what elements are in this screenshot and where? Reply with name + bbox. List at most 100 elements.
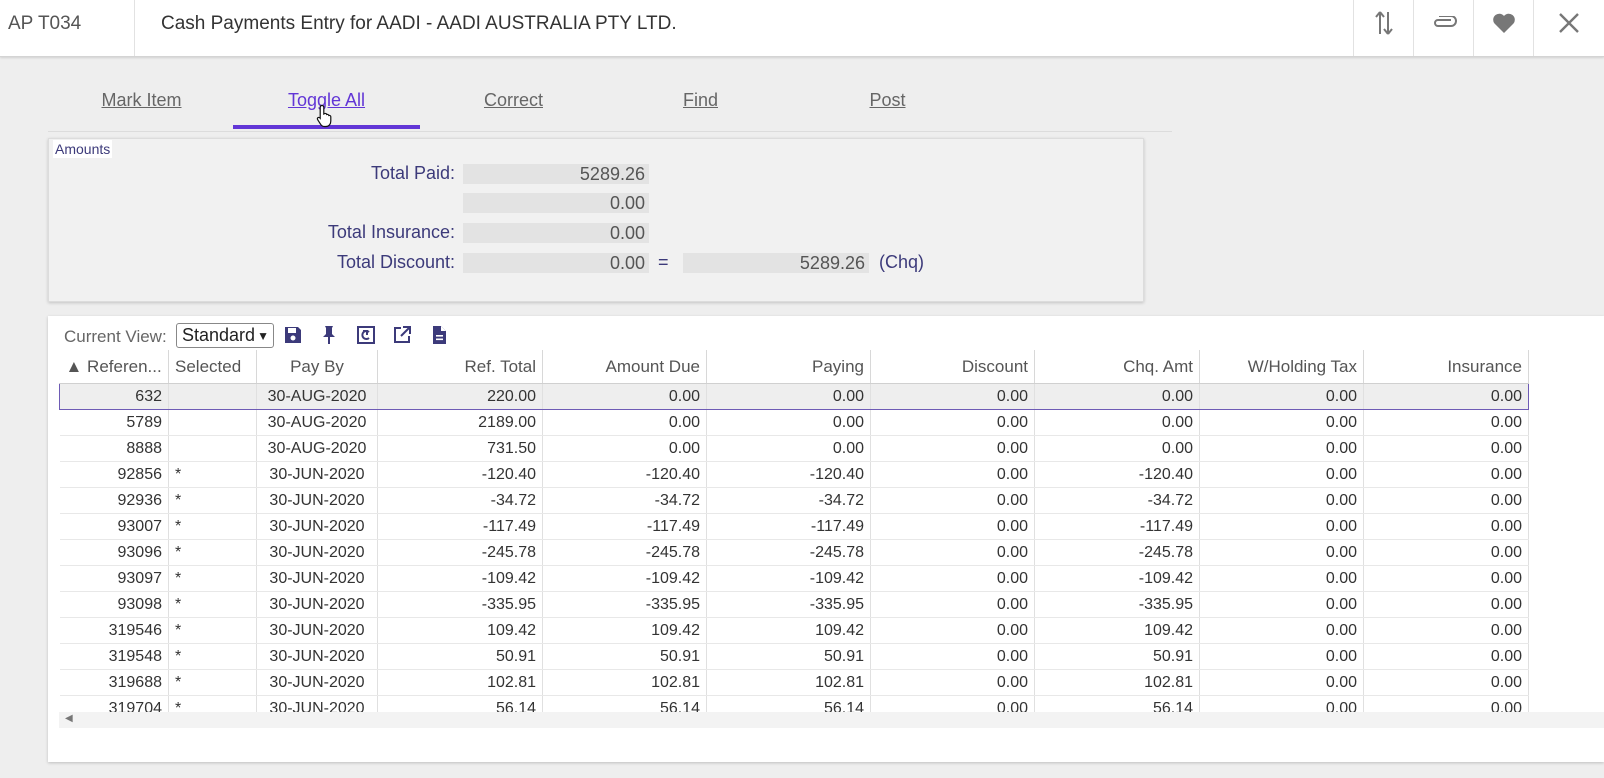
document-icon[interactable] [428,324,450,346]
cell-selected[interactable]: * [168,513,257,540]
cell-reference[interactable]: 92936 [59,487,169,514]
cell-amount-due[interactable]: 50.91 [542,643,707,670]
sort-button[interactable] [1353,0,1413,56]
cell-paying[interactable]: -117.49 [706,513,871,540]
cell-reference[interactable]: 5789 [59,409,169,436]
cell-selected[interactable]: * [168,669,257,696]
cell-amount-due[interactable]: -109.42 [542,565,707,592]
cell-insurance[interactable]: 0.00 [1363,669,1529,696]
col-header-pay-by[interactable]: Pay By [256,350,378,384]
cell-amount-due[interactable]: -120.40 [542,461,707,488]
cell-selected[interactable] [168,409,257,436]
cell-paying[interactable]: -335.95 [706,591,871,618]
cell-chq-amt[interactable]: -335.95 [1034,591,1200,618]
cell-ref-total[interactable]: -245.78 [377,539,543,566]
cell-reference[interactable]: 93098 [59,591,169,618]
cell-ref-total[interactable]: 220.00 [377,383,543,410]
cell-wholding-tax[interactable]: 0.00 [1199,435,1364,462]
table-row[interactable]: 93007 * 30-JUN-2020 -117.49 -117.49 -117.49 0.… [59,513,1529,540]
col-header-reference[interactable]: ▲ Referen... [59,350,169,384]
tab-find[interactable]: Find [607,78,794,129]
cell-paying[interactable]: 0.00 [706,409,871,436]
cell-amount-due[interactable]: -117.49 [542,513,707,540]
cell-ref-total[interactable]: -120.40 [377,461,543,488]
cell-amount-due[interactable]: -245.78 [542,539,707,566]
cell-paying[interactable]: 109.42 [706,617,871,644]
cell-paying[interactable]: 50.91 [706,643,871,670]
cell-chq-amt[interactable]: -109.42 [1034,565,1200,592]
cell-insurance[interactable]: 0.00 [1363,643,1529,670]
cell-selected[interactable]: * [168,487,257,514]
cell-reference[interactable]: 319688 [59,669,169,696]
cell-ref-total[interactable]: 731.50 [377,435,543,462]
col-header-discount[interactable]: Discount [870,350,1035,384]
table-row[interactable]: 92936 * 30-JUN-2020 -34.72 -34.72 -34.72 0.00-… [59,487,1529,514]
cell-wholding-tax[interactable]: 0.00 [1199,383,1364,410]
col-header-insurance[interactable]: Insurance [1363,350,1529,384]
cell-amount-due[interactable]: -34.72 [542,487,707,514]
cell-pay-by[interactable]: 30-JUN-2020 [256,617,378,644]
cell-paying[interactable]: -245.78 [706,539,871,566]
cell-ref-total[interactable]: -335.95 [377,591,543,618]
attach-button[interactable] [1413,0,1473,56]
cell-wholding-tax[interactable]: 0.00 [1199,461,1364,488]
cell-reference[interactable]: 8888 [59,435,169,462]
cell-selected[interactable]: * [168,461,257,488]
scroll-left-icon[interactable]: ◀ [65,713,73,724]
cell-paying[interactable]: -34.72 [706,487,871,514]
cell-selected[interactable]: * [168,617,257,644]
cell-insurance[interactable]: 0.00 [1363,513,1529,540]
cell-insurance[interactable]: 0.00 [1363,539,1529,566]
cell-reference[interactable]: 93007 [59,513,169,540]
cell-chq-amt[interactable]: -245.78 [1034,539,1200,566]
cell-pay-by[interactable]: 30-JUN-2020 [256,461,378,488]
cell-reference[interactable]: 93097 [59,565,169,592]
cell-paying[interactable]: 102.81 [706,669,871,696]
cell-reference[interactable]: 92856 [59,461,169,488]
cell-discount[interactable]: 0.00 [870,539,1035,566]
cell-paying[interactable]: 0.00 [706,383,871,410]
cell-insurance[interactable]: 0.00 [1363,617,1529,644]
cell-amount-due[interactable]: 102.81 [542,669,707,696]
cell-amount-due[interactable]: 0.00 [542,409,707,436]
cell-amount-due[interactable]: -335.95 [542,591,707,618]
cell-discount[interactable]: 0.00 [870,383,1035,410]
cell-wholding-tax[interactable]: 0.00 [1199,643,1364,670]
table-row[interactable]: 319546 * 30-JUN-2020 109.42 109.42 109.42 0.00… [59,617,1529,644]
cell-insurance[interactable]: 0.00 [1363,383,1529,410]
cell-selected[interactable]: * [168,643,257,670]
cell-wholding-tax[interactable]: 0.00 [1199,591,1364,618]
cell-insurance[interactable]: 0.00 [1363,435,1529,462]
cell-chq-amt[interactable]: 50.91 [1034,643,1200,670]
table-row[interactable]: 5789 30-AUG-2020 2189.00 0.00 0.00 0.00 0.00 0.… [59,409,1529,436]
cell-ref-total[interactable]: -109.42 [377,565,543,592]
cell-ref-total[interactable]: 102.81 [377,669,543,696]
col-header-selected[interactable]: Selected [168,350,257,384]
cell-pay-by[interactable]: 30-JUN-2020 [256,539,378,566]
cell-paying[interactable]: 0.00 [706,435,871,462]
cell-paying[interactable]: -120.40 [706,461,871,488]
cell-discount[interactable]: 0.00 [870,643,1035,670]
col-header-ref-total[interactable]: Ref. Total [377,350,543,384]
col-header-chq-amt[interactable]: Chq. Amt [1034,350,1200,384]
cell-chq-amt[interactable]: -117.49 [1034,513,1200,540]
table-row[interactable]: 319548 * 30-JUN-2020 50.91 50.91 50.91 0.00 50.… [59,643,1529,670]
favourite-button[interactable] [1473,0,1533,56]
cell-wholding-tax[interactable]: 0.00 [1199,409,1364,436]
cell-discount[interactable]: 0.00 [870,461,1035,488]
cell-pay-by[interactable]: 30-JUN-2020 [256,565,378,592]
reset-view-icon[interactable] [355,324,377,346]
current-view-select[interactable]: Standard ▼ [176,323,274,348]
cell-discount[interactable]: 0.00 [870,487,1035,514]
tab-post[interactable]: Post [794,78,981,129]
cell-pay-by[interactable]: 30-JUN-2020 [256,669,378,696]
cell-reference[interactable]: 93096 [59,539,169,566]
cell-chq-amt[interactable]: 109.42 [1034,617,1200,644]
cell-amount-due[interactable]: 0.00 [542,435,707,462]
cell-discount[interactable]: 0.00 [870,513,1035,540]
cell-pay-by[interactable]: 30-AUG-2020 [256,435,378,462]
save-icon[interactable] [282,324,304,346]
table-row[interactable]: 93098 * 30-JUN-2020 -335.95 -335.95 -335.95 0.… [59,591,1529,618]
tab-correct[interactable]: Correct [420,78,607,129]
cell-discount[interactable]: 0.00 [870,591,1035,618]
